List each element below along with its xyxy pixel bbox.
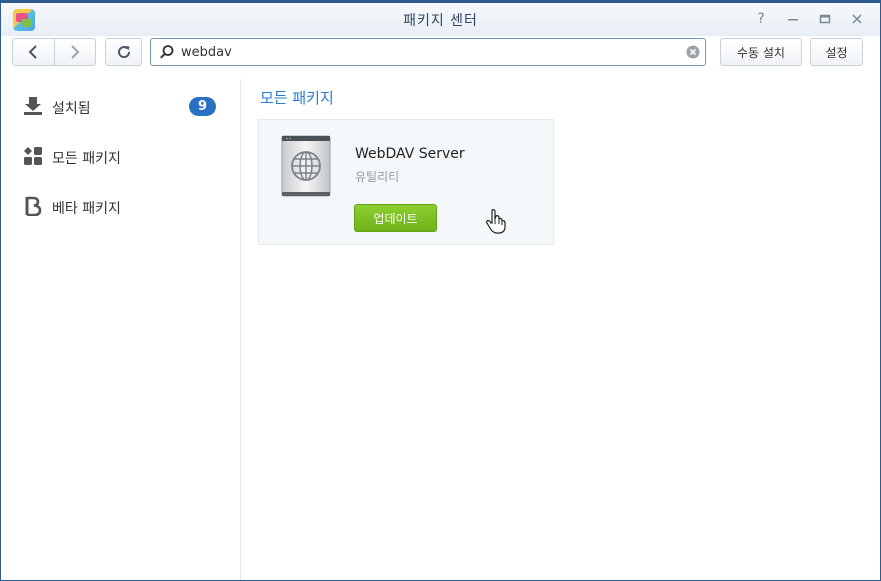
section-title: 모든 패키지	[260, 89, 334, 107]
sidebar-item-label: 설치됨	[52, 101, 91, 117]
sidebar-item-installed[interactable]: 설치됨 9	[1, 89, 240, 125]
manual-install-button[interactable]: 수동 설치	[720, 38, 802, 66]
help-button[interactable]: ?	[750, 9, 772, 29]
clear-search-icon[interactable]	[686, 45, 700, 59]
navigation-buttons	[12, 38, 96, 66]
minimize-button[interactable]	[782, 9, 804, 29]
refresh-icon	[117, 46, 130, 59]
close-button[interactable]	[846, 9, 868, 29]
window-title: 패키지 센터	[403, 13, 478, 29]
search-input[interactable]	[181, 42, 681, 62]
sidebar-divider	[240, 79, 241, 580]
package-name: WebDAV Server	[355, 146, 465, 162]
package-center-window: 패키지 센터 ? webdav 수동 설치 설정 설치됨 9 모든 패키지 베타…	[0, 0, 881, 581]
package-card[interactable]: WebDAV Server 유틸리티 업데이트	[258, 119, 554, 245]
window-controls: ?	[750, 9, 868, 29]
help-icon: ?	[757, 11, 765, 27]
sidebar-item-all-packages[interactable]: 모든 패키지	[1, 139, 240, 175]
sidebar-item-label: 베타 패키지	[52, 201, 121, 217]
close-icon	[852, 14, 862, 24]
maximize-icon	[819, 14, 831, 24]
hand-cursor-icon	[486, 209, 506, 234]
installed-count-badge: 9	[189, 97, 216, 116]
globe-icon	[281, 135, 331, 197]
toolbar: 수동 설치 설정	[1, 36, 880, 72]
title-bar: 패키지 센터 ?	[1, 3, 880, 36]
download-icon	[24, 97, 42, 115]
forward-button[interactable]	[55, 39, 96, 65]
chevron-left-icon	[28, 45, 37, 59]
search-icon	[160, 45, 174, 59]
sidebar-item-beta-packages[interactable]: 베타 패키지	[1, 189, 240, 225]
back-button[interactable]	[13, 39, 55, 65]
maximize-button[interactable]	[814, 9, 836, 29]
grid-icon	[24, 147, 42, 165]
package-category: 유틸리티	[355, 170, 400, 184]
search-box	[150, 38, 706, 66]
update-button[interactable]: 업데이트	[354, 204, 437, 232]
refresh-button[interactable]	[105, 38, 142, 66]
sidebar-item-label: 모든 패키지	[52, 151, 121, 167]
beta-icon	[25, 196, 42, 216]
chevron-right-icon	[71, 45, 80, 59]
settings-button[interactable]: 설정	[810, 38, 863, 66]
minimize-icon	[788, 19, 798, 21]
